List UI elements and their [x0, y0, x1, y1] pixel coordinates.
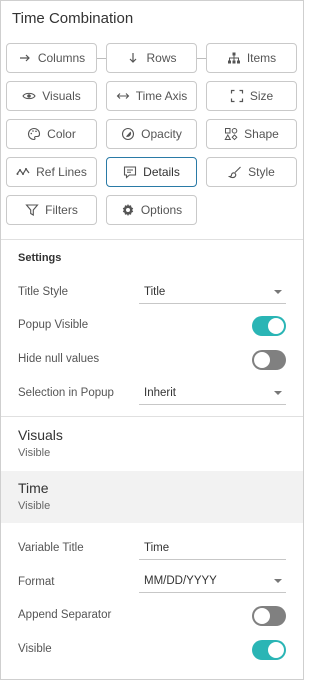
- visuals-button[interactable]: Visuals: [6, 81, 97, 111]
- title-style-select[interactable]: Title: [139, 280, 286, 304]
- title-style-value: Title: [144, 285, 166, 298]
- time-combination-panel: Time Combination Columns Rows Items Visu…: [0, 0, 304, 680]
- time-group-subtitle: Visible: [18, 500, 51, 512]
- visible-label: Visible: [18, 643, 52, 655]
- chevron-down-icon: [274, 289, 282, 294]
- connector-line: [97, 58, 106, 59]
- toggle-knob: [268, 642, 284, 658]
- opacity-button[interactable]: Opacity: [106, 119, 197, 149]
- connector-line: [197, 58, 206, 59]
- selection-in-popup-label: Selection in Popup: [18, 387, 114, 399]
- size-label: Size: [249, 89, 274, 103]
- popup-visible-toggle[interactable]: [252, 316, 286, 336]
- ref-lines-button[interactable]: Ref Lines: [6, 157, 97, 187]
- eye-icon: [22, 89, 36, 103]
- variable-title-label: Variable Title: [18, 542, 84, 554]
- hierarchy-icon: [227, 51, 241, 65]
- time-axis-button[interactable]: Time Axis: [106, 81, 197, 111]
- gear-icon: [121, 203, 135, 217]
- selection-in-popup-select[interactable]: Inherit: [139, 381, 286, 405]
- time-group-title: Time: [18, 480, 49, 496]
- columns-button[interactable]: Columns: [6, 43, 97, 73]
- visuals-group-subtitle: Visible: [18, 447, 51, 459]
- selection-in-popup-value: Inherit: [144, 386, 176, 399]
- rows-button[interactable]: Rows: [106, 43, 197, 73]
- options-label: Options: [140, 203, 183, 217]
- append-separator-toggle[interactable]: [252, 606, 286, 626]
- arrow-down-icon: [126, 51, 140, 65]
- visuals-label: Visuals: [42, 89, 81, 103]
- ref-lines-label: Ref Lines: [36, 165, 87, 179]
- items-button[interactable]: Items: [206, 43, 297, 73]
- columns-label: Columns: [37, 51, 86, 65]
- line-chart-icon: [16, 165, 30, 179]
- items-label: Items: [246, 51, 277, 65]
- resize-corners-icon: [230, 89, 244, 103]
- hide-null-values-label: Hide null values: [18, 353, 100, 365]
- shape-label: Shape: [244, 127, 279, 141]
- toggle-knob: [254, 608, 270, 624]
- options-button[interactable]: Options: [106, 195, 197, 225]
- toggle-knob: [268, 318, 284, 334]
- panel-title: Time Combination: [12, 10, 134, 27]
- append-separator-label: Append Separator: [18, 609, 112, 621]
- palette-icon: [27, 127, 41, 141]
- color-button[interactable]: Color: [6, 119, 97, 149]
- chevron-down-icon: [274, 578, 282, 583]
- time-axis-label: Time Axis: [135, 89, 188, 103]
- brush-icon: [228, 165, 242, 179]
- details-label: Details: [143, 165, 180, 179]
- style-button[interactable]: Style: [206, 157, 297, 187]
- opacity-label: Opacity: [141, 127, 182, 141]
- shape-button[interactable]: Shape: [206, 119, 297, 149]
- settings-heading: Settings: [18, 252, 62, 264]
- size-button[interactable]: Size: [206, 81, 297, 111]
- chevron-down-icon: [274, 390, 282, 395]
- visible-toggle[interactable]: [252, 640, 286, 660]
- popup-visible-label: Popup Visible: [18, 319, 89, 331]
- opacity-icon: [121, 127, 135, 141]
- comment-details-icon: [123, 165, 137, 179]
- details-button[interactable]: Details: [106, 157, 197, 187]
- shapes-icon: [224, 127, 238, 141]
- rows-label: Rows: [146, 51, 177, 65]
- funnel-icon: [25, 203, 39, 217]
- hide-null-values-toggle[interactable]: [252, 350, 286, 370]
- style-label: Style: [248, 165, 275, 179]
- arrow-right-icon: [18, 51, 32, 65]
- horizontal-arrows-icon: [116, 89, 130, 103]
- color-label: Color: [47, 127, 76, 141]
- divider: [1, 239, 303, 240]
- visuals-group-item[interactable]: Visuals Visible: [1, 417, 303, 470]
- filters-button[interactable]: Filters: [6, 195, 97, 225]
- format-label: Format: [18, 576, 55, 588]
- variable-title-input[interactable]: [139, 536, 286, 560]
- time-group-item[interactable]: Time Visible: [1, 471, 303, 523]
- filters-label: Filters: [45, 203, 78, 217]
- title-style-label: Title Style: [18, 286, 69, 298]
- visuals-group-title: Visuals: [18, 427, 63, 443]
- toggle-knob: [254, 352, 270, 368]
- format-value: MM/DD/YYYY: [144, 574, 217, 587]
- format-select[interactable]: MM/DD/YYYY: [139, 569, 286, 593]
